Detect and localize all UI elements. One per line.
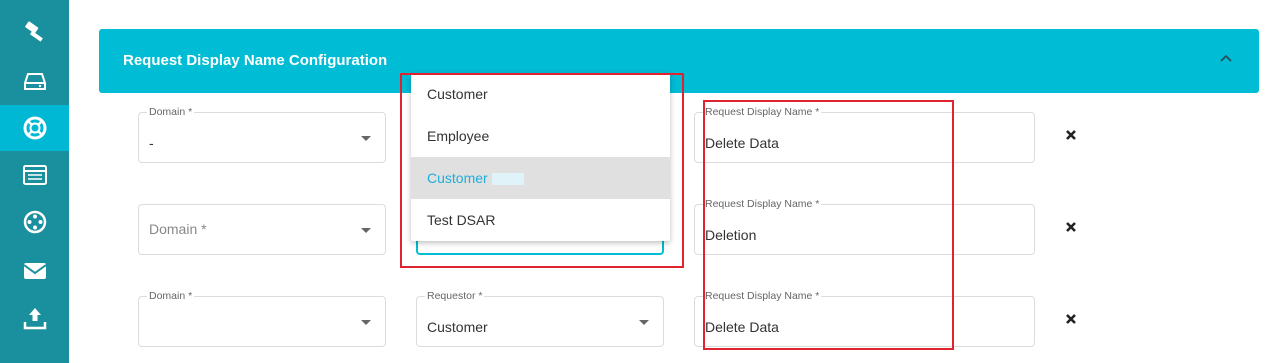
- domain-select[interactable]: Domain *: [138, 204, 386, 255]
- requestor-select[interactable]: Requestor * Customer: [416, 290, 664, 347]
- mail-icon: [22, 263, 47, 279]
- domain-label: Domain *: [147, 290, 195, 302]
- sidebar-item-support[interactable]: [0, 105, 69, 151]
- domain-select[interactable]: Domain *: [138, 290, 386, 347]
- sidebar-item-drive[interactable]: [0, 58, 69, 104]
- close-icon[interactable]: [1065, 221, 1077, 233]
- domain-select[interactable]: Domain * -: [138, 106, 386, 163]
- sidebar-item-list[interactable]: [0, 152, 69, 198]
- chevron-down-icon: [361, 136, 371, 141]
- panel-title: Request Display Name Configuration: [123, 52, 388, 69]
- domain-label: Domain *: [147, 106, 195, 118]
- upload-icon: [23, 308, 46, 330]
- sidebar-item-gavel[interactable]: [0, 8, 69, 54]
- requestor-label: Requestor *: [425, 290, 485, 302]
- chevron-down-icon: [639, 320, 649, 325]
- close-icon[interactable]: [1065, 313, 1077, 325]
- chevron-down-icon: [361, 320, 371, 325]
- gavel-icon: [24, 21, 43, 42]
- list-icon: [22, 165, 47, 185]
- lifebuoy-icon: [23, 116, 46, 140]
- sidebar-item-reel[interactable]: [0, 199, 69, 245]
- film-reel-icon: [23, 210, 46, 234]
- sidebar: [0, 0, 69, 363]
- close-icon[interactable]: [1065, 129, 1077, 141]
- sidebar-item-mail[interactable]: [0, 248, 69, 294]
- chevron-down-icon: [361, 228, 371, 233]
- domain-value: -: [149, 135, 154, 151]
- chevron-up-icon[interactable]: [1219, 53, 1233, 63]
- sidebar-item-upload[interactable]: [0, 295, 69, 341]
- highlight-box: [400, 73, 684, 268]
- requestor-value: Customer: [427, 319, 488, 335]
- drive-icon: [23, 73, 46, 90]
- domain-placeholder: Domain *: [149, 221, 207, 237]
- highlight-box: [703, 100, 954, 350]
